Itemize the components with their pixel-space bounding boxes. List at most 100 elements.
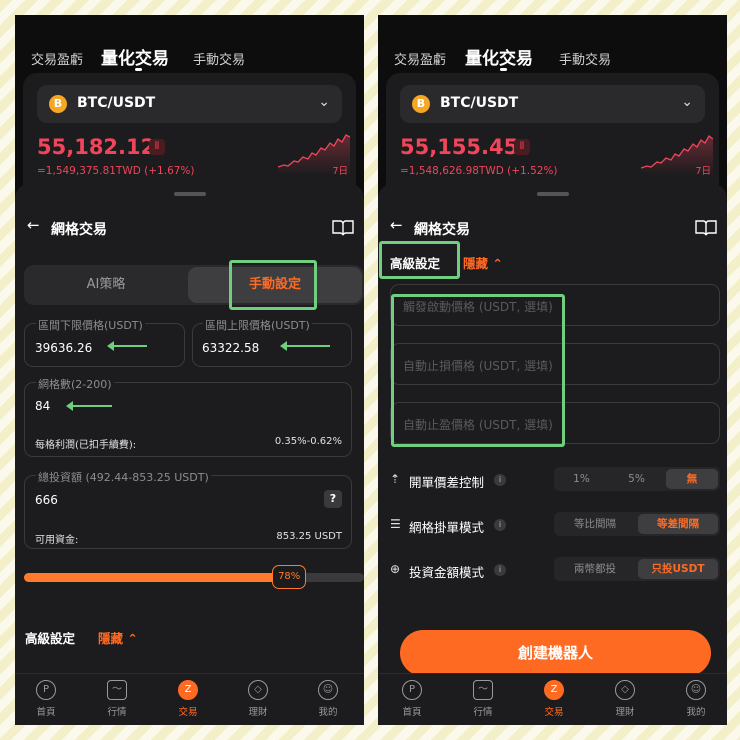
upper-price-value: 63322.58 (202, 341, 260, 355)
info-icon[interactable]: i (494, 474, 506, 486)
grid-count-field[interactable]: 網格數(2-200) 84 每格利潤(已扣手續費): 0.35%-0.62% (24, 376, 352, 457)
tab-label: 行情 (107, 707, 127, 718)
option-usdt-only[interactable]: 只投USDT (638, 559, 718, 579)
tab-quant[interactable]: 量化交易 (101, 44, 169, 69)
option-5pct[interactable]: 5% (609, 467, 664, 491)
chart-icon: 〜 (107, 680, 127, 700)
tab-label: 我的 (318, 707, 338, 718)
tab-home[interactable]: P 首頁 (387, 680, 437, 718)
info-icon[interactable]: i (494, 519, 506, 531)
highlight-box (379, 241, 460, 279)
annotation-arrow (66, 401, 112, 411)
trade-icon: Z (178, 680, 198, 700)
grid-count-value: 84 (35, 399, 51, 413)
tab-manual-trade[interactable]: 手動交易 (559, 49, 611, 68)
investment-label: 總投資額 (492.44-853.25 USDT) (36, 469, 211, 485)
available-value: 853.25 USDT (276, 531, 342, 542)
help-icon[interactable]: ? (324, 490, 342, 508)
sheet-title: 網格交易 (414, 222, 470, 238)
tab-trade[interactable]: Z 交易 (529, 680, 579, 718)
option-geometric[interactable]: 等比間隔 (554, 512, 636, 536)
upper-price-label: 區間上限價格(USDT) (203, 317, 312, 333)
invest-mode-label: 投資金額模式 (409, 565, 485, 580)
lower-price-label: 區間下限價格(USDT) (36, 317, 145, 333)
info-icon[interactable]: i (494, 564, 506, 576)
pair-selector[interactable]: B BTC/USDT ⌄ (400, 85, 705, 123)
home-icon: P (36, 680, 56, 700)
price-twd: =1,548,626.98TWD (+1.52%) (400, 165, 558, 177)
tab-market[interactable]: 〜行情 (92, 680, 142, 718)
investment-value: 666 (35, 493, 58, 507)
ai-strategy-tab[interactable]: AI策略 (24, 265, 188, 305)
tab-quant[interactable]: 量化交易 (465, 44, 533, 69)
tab-pnl[interactable]: 交易盈虧 (31, 49, 83, 68)
drag-handle[interactable] (173, 192, 206, 196)
create-bot-button[interactable]: 創建機器人 (400, 630, 711, 676)
btc-coin-icon: B (412, 95, 430, 113)
candlestick-icon[interactable]: ⫴ (149, 139, 165, 155)
btc-coin-icon: B (49, 95, 67, 113)
investment-slider[interactable]: 78% (24, 565, 364, 589)
tab-profile[interactable]: ☺ 我的 (671, 680, 721, 718)
option-arithmetic[interactable]: 等差間隔 (638, 514, 718, 534)
hide-toggle[interactable]: 隱藏 ⌃ (463, 253, 503, 272)
back-arrow-icon[interactable]: ← (390, 216, 403, 234)
diamond-icon: ◇ (248, 680, 268, 700)
hide-label: 隱藏 (463, 256, 489, 271)
book-icon[interactable] (695, 220, 717, 236)
top-tabs: 交易盈虧 量化交易 手動交易 (15, 43, 364, 73)
period-label: 7日 (695, 166, 711, 177)
left-screen: 交易盈虧 量化交易 手動交易 B BTC/USDT ⌄ 55,182.12 ⫴ … (15, 15, 364, 725)
slider-fill (24, 573, 290, 582)
slider-percent[interactable]: 78% (272, 565, 307, 589)
invest-mode-icon: ⊕ (390, 562, 401, 576)
highlight-box (229, 260, 317, 310)
chevron-down-icon: ⌄ (318, 94, 330, 110)
tab-trade[interactable]: Z 交易 (163, 680, 213, 718)
highlight-box (391, 294, 565, 447)
bottom-tab-bar: P 首頁 〜行情 Z 交易 ◇ 理財 ☺ 我的 (15, 673, 364, 725)
home-icon: P (402, 680, 422, 700)
hide-toggle[interactable]: 隱藏 ⌃ (98, 628, 138, 647)
tab-label: 理財 (615, 707, 635, 718)
pair-name: BTC/USDT (77, 95, 156, 111)
advanced-settings-label: 高級設定 (25, 631, 76, 646)
pair-selector[interactable]: B BTC/USDT ⌄ (37, 85, 342, 123)
sheet-title: 網格交易 (51, 222, 107, 238)
tab-finance[interactable]: ◇ 理財 (600, 680, 650, 718)
option-both-coins[interactable]: 兩幣都投 (554, 557, 636, 581)
available-label: 可用資金: (35, 535, 79, 546)
total-investment-field[interactable]: 總投資額 (492.44-853.25 USDT) 666 ? 可用資金: 85… (24, 469, 352, 549)
grid-trade-sheet: ← 網格交易 高級設定 隱藏 ⌃ 觸發啟動價格 (USDT, 選填) 自動止損價… (378, 183, 727, 673)
lower-price-field[interactable]: 區間下限價格(USDT) 39636.26 (24, 317, 185, 367)
tab-profile[interactable]: ☺ 我的 (303, 680, 353, 718)
tab-manual-trade[interactable]: 手動交易 (193, 49, 245, 68)
option-none[interactable]: 無 (666, 469, 718, 489)
pair-name: BTC/USDT (440, 95, 519, 111)
tab-home[interactable]: P 首頁 (21, 680, 71, 718)
spread-control-options: 1% 5% 無 (554, 467, 720, 491)
tab-pnl[interactable]: 交易盈虧 (394, 49, 446, 68)
active-tab-indicator (500, 68, 507, 71)
tab-label: 交易 (178, 707, 198, 718)
drag-handle[interactable] (536, 192, 569, 196)
book-icon[interactable] (332, 220, 354, 236)
option-1pct[interactable]: 1% (554, 467, 609, 491)
lower-price-value: 39636.26 (35, 341, 93, 355)
active-tab-indicator (135, 68, 142, 71)
tab-finance[interactable]: ◇ 理財 (233, 680, 283, 718)
tab-market[interactable]: 〜行情 (458, 680, 508, 718)
diamond-icon: ◇ (615, 680, 635, 700)
back-arrow-icon[interactable]: ← (27, 216, 40, 234)
candlestick-icon[interactable]: ⫴ (514, 139, 530, 155)
annotation-arrow (107, 341, 147, 351)
hide-label: 隱藏 (98, 631, 124, 646)
top-tabs: 交易盈虧 量化交易 手動交易 (378, 43, 727, 73)
annotation-arrow (280, 341, 330, 351)
tab-label: 理財 (248, 707, 268, 718)
profit-label: 每格利潤(已扣手續費): (35, 440, 137, 451)
profit-value: 0.35%-0.62% (274, 436, 342, 447)
bottom-tab-bar: P 首頁 〜行情 Z 交易 ◇ 理財 ☺ 我的 (378, 673, 727, 725)
price: 55,155.45 (400, 135, 519, 159)
grid-count-label: 網格數(2-200) (36, 376, 114, 392)
